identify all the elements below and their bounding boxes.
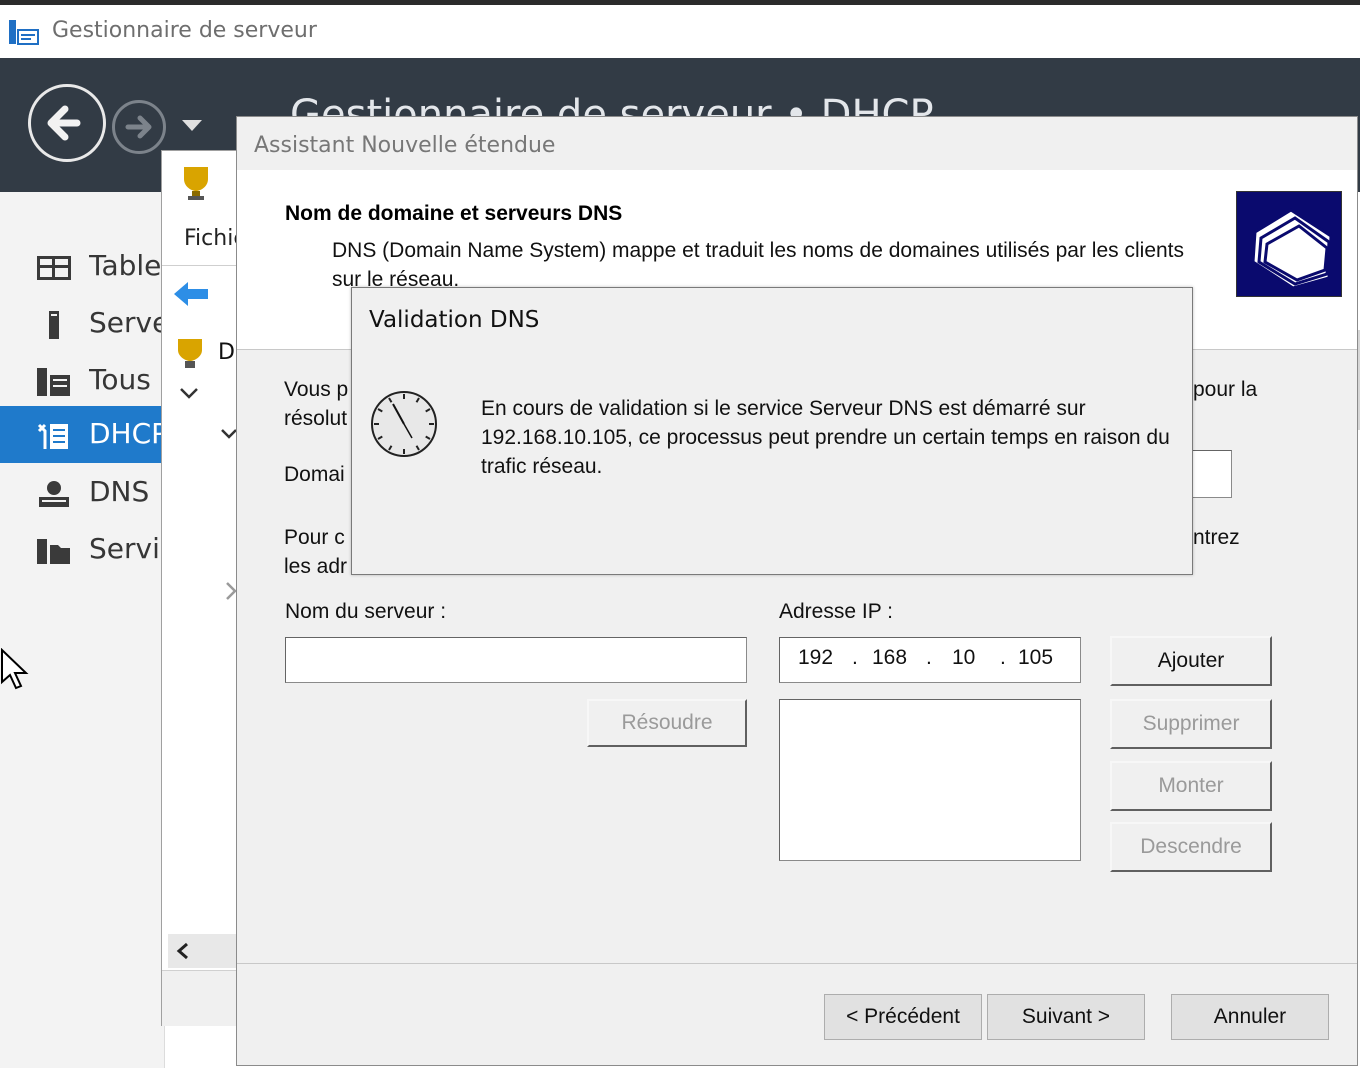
nav-item-local-server[interactable]: Serveur local <box>0 295 165 352</box>
add-button[interactable]: Ajouter <box>1110 636 1272 686</box>
arrow-right-icon <box>125 115 152 139</box>
server-icon <box>49 311 59 339</box>
file-services-icon <box>37 539 70 564</box>
history-dropdown-icon[interactable] <box>182 120 202 131</box>
wizard-subheading: DNS (Domain Name System) mappe et tradui… <box>332 239 1185 291</box>
forward-button[interactable] <box>112 100 166 154</box>
server-name-label: Nom du serveur : <box>285 600 447 623</box>
back-wizard-button[interactable]: < Précédent <box>824 994 982 1040</box>
nav-item-dhcp[interactable]: DHCP <box>0 406 165 463</box>
server-manager-app-icon <box>9 20 39 45</box>
parent-domain-label: Domai <box>284 463 345 486</box>
dns-paragraph-end: ntrez <box>1193 526 1240 549</box>
move-up-button[interactable]: Monter <box>1110 761 1272 811</box>
mmc-toolbar-separator <box>162 265 242 266</box>
intro-text-start: Vous p <box>284 378 349 401</box>
nav-item-label: Serveur local <box>89 306 165 339</box>
dns-paragraph-line2: les adr <box>284 555 348 578</box>
clock-icon <box>371 391 437 457</box>
resolve-button[interactable]: Résoudre <box>587 699 747 747</box>
folders-icon <box>1236 191 1342 297</box>
next-button[interactable]: Suivant > <box>987 994 1145 1040</box>
dialog-message: En cours de validation si le service Ser… <box>481 397 1170 478</box>
nav-item-label: Tableau de bord <box>89 249 165 282</box>
page-title: Gestionnaire de serveur • DHCP <box>290 92 934 118</box>
dns-paragraph-start: Pour c <box>284 526 345 549</box>
cancel-button[interactable]: Annuler <box>1171 994 1329 1040</box>
window-title: Gestionnaire de serveur <box>52 18 317 43</box>
wizard-heading: Nom de domaine et serveurs DNS <box>285 202 623 225</box>
ip-octet-3[interactable]: 10 <box>952 646 975 670</box>
dhcp-root-icon <box>178 339 202 368</box>
dhcp-console-icon <box>184 167 208 200</box>
ip-octet-2[interactable]: 168 <box>872 646 907 670</box>
dialog-title: Validation DNS <box>369 307 540 333</box>
nav-item-label: Services de fichiers <box>89 532 165 565</box>
remove-button[interactable]: Supprimer <box>1110 699 1272 749</box>
back-button[interactable] <box>28 84 106 162</box>
ip-address-input[interactable]: 192 . 168 . 10 . 105 <box>779 637 1081 683</box>
arrow-left-icon <box>47 105 81 141</box>
dashboard-icon <box>37 256 71 280</box>
mmc-status-bar <box>162 970 242 1026</box>
dhcp-icon <box>37 423 68 449</box>
ip-octet-4[interactable]: 105 <box>1018 646 1053 670</box>
ip-dot: . <box>852 646 858 669</box>
nav-item-dashboard[interactable]: Tableau de bord <box>0 238 165 295</box>
intro-text-line2: résolut <box>284 407 348 430</box>
arrow-left-icon[interactable] <box>172 278 212 310</box>
ip-octet-1[interactable]: 192 <box>798 646 833 670</box>
nav-item-all-servers[interactable]: Tous les serveurs <box>0 352 165 409</box>
chevron-down-icon[interactable] <box>178 384 200 402</box>
servers-icon <box>37 368 70 396</box>
dns-icon <box>39 481 69 507</box>
wizard-footer-separator <box>237 963 1357 964</box>
nav-item-file-services[interactable]: Services de fichiers <box>0 521 165 578</box>
ip-address-label: Adresse IP : <box>779 600 894 623</box>
nav-item-label: Tous les serveurs <box>89 363 165 396</box>
nav-item-label: DHCP <box>89 417 165 450</box>
server-name-input[interactable] <box>285 637 747 683</box>
move-down-button[interactable]: Descendre <box>1110 822 1272 872</box>
ip-dot: . <box>1000 646 1006 669</box>
ip-dot: . <box>926 646 932 669</box>
nav-item-dns[interactable]: DNS <box>0 464 165 521</box>
nav-item-label: DNS <box>89 475 150 508</box>
wizard-title: Assistant Nouvelle étendue <box>254 133 556 158</box>
scroll-left-icon[interactable] <box>172 940 194 962</box>
mouse-cursor-icon <box>1 648 29 690</box>
intro-text-end: pour la <box>1193 378 1258 401</box>
mmc-menu-file[interactable]: Fichier <box>184 226 238 251</box>
dns-server-ip-list[interactable] <box>779 699 1081 861</box>
parent-domain-input[interactable] <box>1190 450 1232 498</box>
